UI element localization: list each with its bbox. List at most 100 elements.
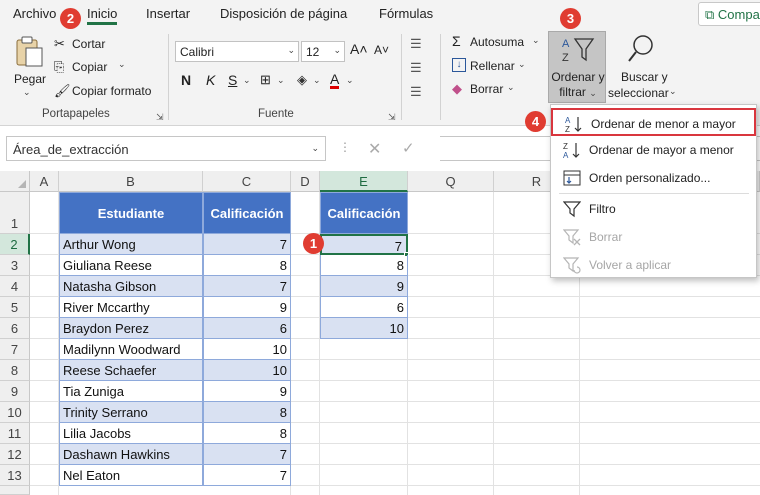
column-header-c[interactable]: C <box>203 171 291 192</box>
bold-icon[interactable]: N <box>181 72 191 88</box>
table-cell-name[interactable]: Lilia Jacobs <box>59 423 203 444</box>
table-cell-grade[interactable]: 8 <box>203 255 291 276</box>
table-cell-grade[interactable]: 7 <box>203 234 291 255</box>
format-painter-button[interactable]: 🖌 Copiar formato <box>54 83 158 101</box>
underline-icon[interactable]: S <box>228 72 237 88</box>
confirm-entry-icon[interactable]: ✓ <box>402 139 415 157</box>
copy-button[interactable]: ⎘ Copiar ⌄ <box>54 59 134 77</box>
cut-button[interactable]: ✂ Cortar <box>54 36 124 54</box>
paste-button[interactable]: Pegar ⌄ <box>8 32 48 97</box>
autosum-button[interactable]: Σ Autosuma ⌄ <box>452 33 544 52</box>
row-header-2[interactable]: 2 <box>0 234 30 255</box>
menu-item-sort-descending[interactable]: Z A Ordenar de mayor a menor <box>551 136 756 164</box>
column-header-b[interactable]: B <box>59 171 203 192</box>
table-cell-name[interactable]: Dashawn Hawkins <box>59 444 203 465</box>
increase-font-icon[interactable]: A˄ <box>350 41 368 57</box>
table-cell-name[interactable]: Tia Zuniga <box>59 381 203 402</box>
cancel-entry-icon[interactable]: ✕ <box>368 139 381 159</box>
select-all-button[interactable] <box>0 171 30 192</box>
extract-cell[interactable]: 9 <box>320 276 408 297</box>
align-middle-icon[interactable]: ☰ <box>410 60 422 76</box>
tab-archivo[interactable]: Archivo <box>13 6 56 21</box>
tab-inicio[interactable]: Inicio <box>87 6 118 25</box>
tab-formulas[interactable]: Fórmulas <box>379 6 433 21</box>
menu-item-custom-sort[interactable]: Orden personalizado... <box>551 164 756 192</box>
font-color-icon[interactable]: A <box>330 72 340 89</box>
table-cell-grade[interactable]: 9 <box>203 297 291 318</box>
table-cell-grade[interactable]: 8 <box>203 423 291 444</box>
row-header-3[interactable]: 3 <box>0 255 30 276</box>
table-cell-grade[interactable]: 10 <box>203 339 291 360</box>
clear-button[interactable]: ◆ Borrar ⌄ <box>452 81 544 99</box>
row-header-9[interactable]: 9 <box>0 381 30 402</box>
italic-icon[interactable]: K <box>206 72 215 88</box>
font-size-select[interactable]: 12 ⌄ <box>301 41 345 62</box>
row-header-4[interactable]: 4 <box>0 276 30 297</box>
borders-icon[interactable]: ⊞ <box>260 72 271 88</box>
extract-cell[interactable]: 6 <box>320 297 408 318</box>
sort-filter-menu: A Z Ordenar de menor a mayor Z A Ordenar… <box>550 104 757 278</box>
extract-header[interactable]: Calificación <box>320 192 408 234</box>
sort-filter-button[interactable]: A Z Ordenar y filtrar ⌄ <box>548 31 606 103</box>
row-header-10[interactable]: 10 <box>0 402 30 423</box>
row-header-12[interactable]: 12 <box>0 444 30 465</box>
name-box-value: Área_de_extracción <box>13 142 129 157</box>
menu-item-reapply[interactable]: Volver a aplicar <box>551 251 756 279</box>
tab-insertar[interactable]: Insertar <box>146 6 190 21</box>
fill-color-dropdown-icon[interactable]: ⌄ <box>313 75 321 86</box>
table-cell-name[interactable]: Trinity Serrano <box>59 402 203 423</box>
table-cell-grade[interactable]: 7 <box>203 444 291 465</box>
column-header-e[interactable]: E <box>320 171 408 192</box>
extract-cell[interactable]: 8 <box>320 255 408 276</box>
table-cell-grade[interactable]: 8 <box>203 402 291 423</box>
menu-item-sort-ascending[interactable]: A Z Ordenar de menor a mayor <box>551 108 756 136</box>
table-header-student[interactable]: Estudiante <box>59 192 203 234</box>
menu-item-clear-filter[interactable]: Borrar <box>551 223 756 251</box>
column-header-d[interactable]: D <box>291 171 320 192</box>
fill-color-icon[interactable]: ◈ <box>297 72 307 88</box>
row-header-6[interactable]: 6 <box>0 318 30 339</box>
borders-dropdown-icon[interactable]: ⌄ <box>277 75 285 86</box>
name-box[interactable]: Área_de_extracción ⌄ <box>6 136 326 161</box>
align-bottom-icon[interactable]: ☰ <box>410 84 422 100</box>
table-cell-name[interactable]: Nel Eaton <box>59 465 203 486</box>
decrease-font-icon[interactable]: A˅ <box>374 43 389 57</box>
row-header-8[interactable]: 8 <box>0 360 30 381</box>
column-header-q[interactable]: Q <box>408 171 494 192</box>
table-cell-grade[interactable]: 6 <box>203 318 291 339</box>
table-cell-grade[interactable]: 9 <box>203 381 291 402</box>
table-cell-name[interactable]: Madilynn Woodward <box>59 339 203 360</box>
font-launcher-icon[interactable]: ⇲ <box>388 112 396 123</box>
font-color-dropdown-icon[interactable]: ⌄ <box>346 75 354 86</box>
row-header-14[interactable] <box>0 486 30 495</box>
tab-disposicion[interactable]: Disposición de página <box>220 6 347 21</box>
font-name-select[interactable]: Calibri ⌄ <box>175 41 299 62</box>
row-header-11[interactable]: 11 <box>0 423 30 444</box>
table-cell-name[interactable]: Natasha Gibson <box>59 276 203 297</box>
menu-item-filter[interactable]: Filtro <box>551 195 756 223</box>
clipboard-launcher-icon[interactable]: ⇲ <box>156 112 164 123</box>
extract-cell-active[interactable]: 7 <box>320 234 408 255</box>
extract-cell[interactable]: 10 <box>320 318 408 339</box>
table-cell-name[interactable]: Braydon Perez <box>59 318 203 339</box>
table-cell-name[interactable]: Reese Schaefer <box>59 360 203 381</box>
chevron-down-icon: ⌄ <box>532 35 540 45</box>
fill-button[interactable]: ↓ Rellenar ⌄ <box>452 58 544 76</box>
table-cell-grade[interactable]: 7 <box>203 276 291 297</box>
share-button[interactable]: ⧉ Compartir <box>698 2 760 26</box>
row-header-13[interactable]: 13 <box>0 465 30 486</box>
table-cell-name[interactable]: River Mccarthy <box>59 297 203 318</box>
row-header-7[interactable]: 7 <box>0 339 30 360</box>
row-header-5[interactable]: 5 <box>0 297 30 318</box>
underline-dropdown-icon[interactable]: ⌄ <box>243 75 251 86</box>
table-cell-name[interactable]: Giuliana Reese <box>59 255 203 276</box>
column-header-a[interactable]: A <box>30 171 59 192</box>
align-top-icon[interactable]: ☰ <box>410 36 422 52</box>
table-cell-name[interactable]: Arthur Wong <box>59 234 203 255</box>
table-cell-grade[interactable]: 7 <box>203 465 291 486</box>
find-select-button[interactable]: Buscar y seleccionar ⌄ <box>606 31 677 103</box>
row-header-1[interactable]: 1 <box>0 192 30 234</box>
table-cell-grade[interactable]: 10 <box>203 360 291 381</box>
table-header-grade[interactable]: Calificación <box>203 192 291 234</box>
separator <box>168 34 169 120</box>
